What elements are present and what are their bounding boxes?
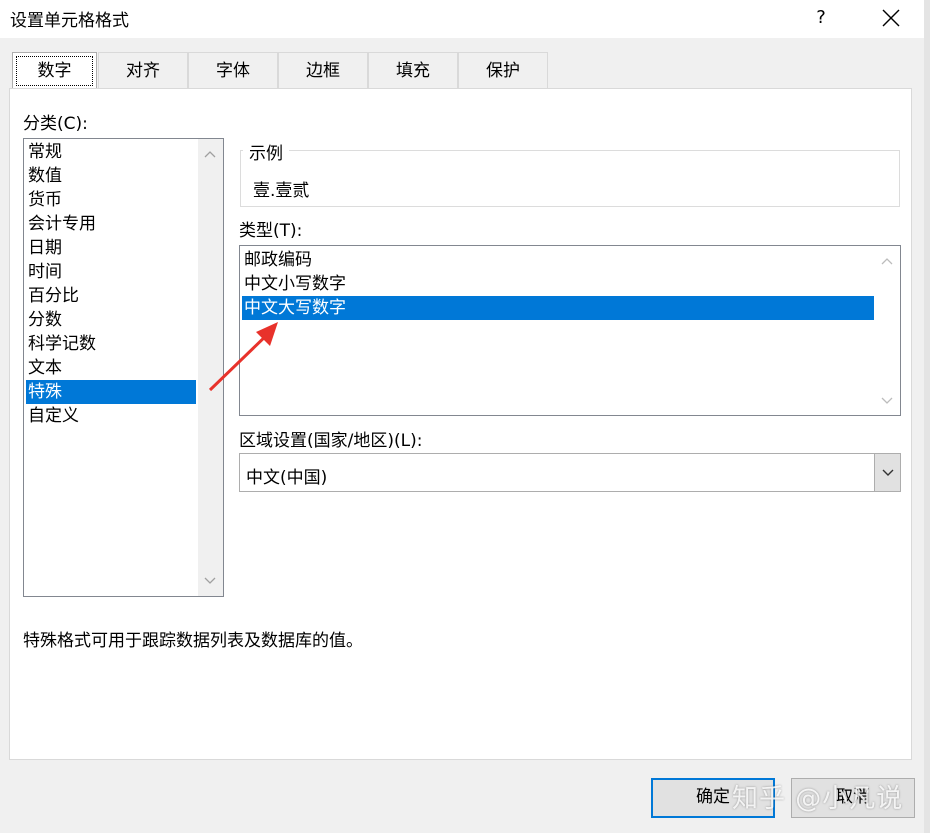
category-item-scientific[interactable]: 科学记数 <box>26 332 196 356</box>
locale-select[interactable]: 中文(中国) <box>239 453 901 492</box>
locale-dropdown-button[interactable] <box>874 454 900 491</box>
chevron-up-icon[interactable] <box>880 254 894 268</box>
category-item-special[interactable]: 特殊 <box>26 380 196 404</box>
tab-fill[interactable]: 填充 <box>368 52 458 88</box>
category-item-fraction[interactable]: 分数 <box>26 308 196 332</box>
locale-label: 区域设置(国家/地区)(L): <box>239 431 423 451</box>
category-item-custom[interactable]: 自定义 <box>26 404 196 428</box>
category-item-percentage[interactable]: 百分比 <box>26 284 196 308</box>
type-item-chinese-uppercase[interactable]: 中文大写数字 <box>242 296 874 320</box>
category-item-date[interactable]: 日期 <box>26 236 196 260</box>
watermark-text: 知乎 @小凡说 <box>732 784 904 814</box>
close-icon <box>882 9 900 27</box>
type-scrollbar[interactable] <box>875 246 900 415</box>
category-item-time[interactable]: 时间 <box>26 260 196 284</box>
locale-value: 中文(中国) <box>246 468 328 488</box>
annotation-arrow-icon <box>208 322 278 392</box>
tab-number[interactable]: 数字 <box>12 52 97 90</box>
category-item-number[interactable]: 数值 <box>26 164 196 188</box>
category-item-accounting[interactable]: 会计专用 <box>26 212 196 236</box>
type-label: 类型(T): <box>239 221 303 241</box>
chevron-down-icon <box>882 469 894 476</box>
window-edge <box>924 0 930 833</box>
type-item-chinese-lowercase[interactable]: 中文小写数字 <box>242 272 874 296</box>
category-item-general[interactable]: 常规 <box>26 140 196 164</box>
category-item-text[interactable]: 文本 <box>26 356 196 380</box>
tab-alignment[interactable]: 对齐 <box>98 52 188 88</box>
title-bar <box>0 0 930 38</box>
category-listbox[interactable]: 常规 数值 货币 会计专用 日期 时间 百分比 分数 科学记数 文本 特殊 自定… <box>23 138 224 597</box>
sample-value: 壹.壹贰 <box>253 181 310 201</box>
chevron-down-icon[interactable] <box>880 394 894 408</box>
chevron-down-icon[interactable] <box>203 574 217 588</box>
dialog-title: 设置单元格格式 <box>10 11 129 31</box>
format-description: 特殊格式可用于跟踪数据列表及数据库的值。 <box>23 631 363 651</box>
sample-legend: 示例 <box>243 139 289 164</box>
tab-border[interactable]: 边框 <box>278 52 368 88</box>
type-item-postal-code[interactable]: 邮政编码 <box>242 248 874 272</box>
category-item-currency[interactable]: 货币 <box>26 188 196 212</box>
tab-protection[interactable]: 保护 <box>458 52 548 88</box>
type-listbox[interactable]: 邮政编码 中文小写数字 中文大写数字 <box>239 245 901 416</box>
chevron-up-icon[interactable] <box>203 147 217 161</box>
category-label: 分类(C): <box>23 114 88 134</box>
close-button[interactable] <box>874 2 908 34</box>
help-button[interactable]: ? <box>806 4 836 32</box>
sample-group <box>240 150 900 207</box>
tab-font[interactable]: 字体 <box>188 52 278 88</box>
